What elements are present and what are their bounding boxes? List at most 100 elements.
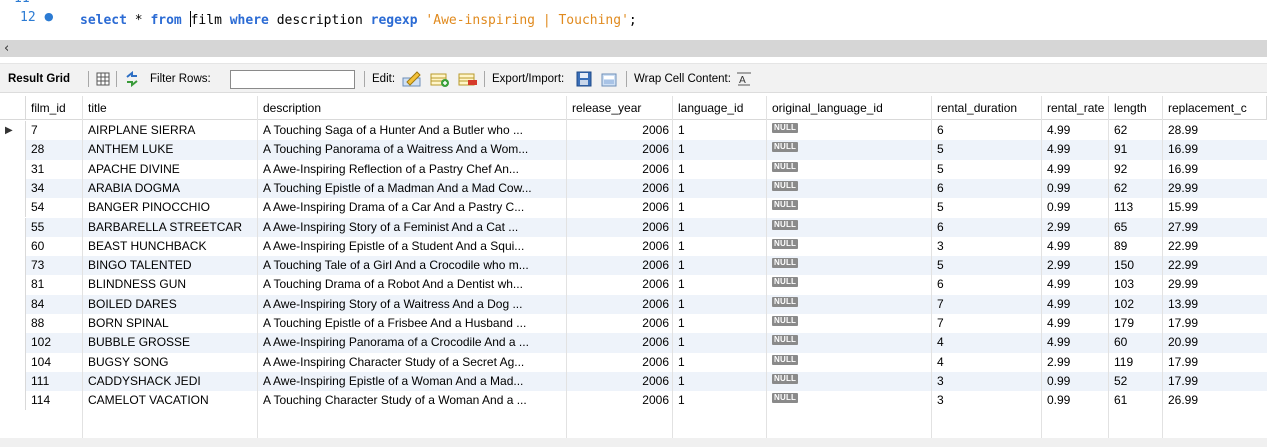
cell-description[interactable]: A Awe-Inspiring Panorama of a Crocodile … (258, 333, 567, 352)
cell-rental-duration[interactable]: 5 (932, 198, 1042, 217)
cell-film-id[interactable]: 102 (26, 333, 83, 352)
cell-language-id[interactable]: 1 (673, 333, 767, 352)
sql-editor[interactable]: 11 12 ● select * from film where descrip… (0, 0, 1267, 40)
cell-description[interactable]: A Awe-Inspiring Epistle of a Woman And a… (258, 372, 567, 391)
cell-length[interactable]: 65 (1109, 218, 1163, 237)
cell-release-year[interactable]: 2006 (567, 140, 673, 159)
column-header-rental-duration[interactable]: rental_duration (932, 96, 1042, 120)
cell-length[interactable]: 89 (1109, 237, 1163, 256)
row-selector[interactable] (0, 140, 26, 160)
cell-description[interactable]: A Touching Tale of a Girl And a Crocodil… (258, 256, 567, 275)
cell-original-language-id[interactable]: NULL (767, 333, 932, 352)
column-header-rental-rate[interactable]: rental_rate (1042, 96, 1109, 120)
cell-language-id[interactable]: 1 (673, 353, 767, 372)
cell-title[interactable]: BUGSY SONG (83, 353, 258, 372)
table-row[interactable]: 34 ARABIA DOGMA A Touching Epistle of a Ma… (0, 178, 1267, 199)
editor-horizontal-scrollbar[interactable]: ‹ (0, 40, 1267, 57)
cell-release-year[interactable]: 2006 (567, 275, 673, 294)
cell-language-id[interactable]: 1 (673, 198, 767, 217)
refresh-arrows-icon[interactable] (124, 71, 140, 87)
table-row[interactable]: 111 CADDYSHACK JEDI A Awe-Inspiring Epistl… (0, 371, 1267, 392)
cell-release-year[interactable]: 2006 (567, 391, 673, 410)
cell-description[interactable]: A Touching Saga of a Hunter And a Butler… (258, 121, 567, 140)
cell-replacement-c[interactable]: 13.99 (1163, 295, 1267, 314)
cell-rental-duration[interactable]: 6 (932, 275, 1042, 294)
cell-length[interactable]: 60 (1109, 333, 1163, 352)
row-selector[interactable] (0, 178, 26, 199)
cell-replacement-c[interactable]: 29.99 (1163, 179, 1267, 198)
cell-length[interactable]: 92 (1109, 160, 1163, 179)
cell-replacement-c[interactable]: 27.99 (1163, 218, 1267, 237)
table-row[interactable]: 102 BUBBLE GROSSE A Awe-Inspiring Panorama… (0, 333, 1267, 353)
cell-original-language-id[interactable]: NULL (767, 256, 932, 275)
cell-rental-duration[interactable]: 7 (932, 314, 1042, 333)
cell-film-id[interactable]: 60 (26, 237, 83, 256)
cell-release-year[interactable]: 2006 (567, 179, 673, 198)
table-row[interactable]: 28 ANTHEM LUKE A Touching Panorama of a Wa… (0, 140, 1267, 160)
cell-replacement-c[interactable]: 29.99 (1163, 275, 1267, 294)
cell-language-id[interactable]: 1 (673, 179, 767, 198)
wrap-text-icon[interactable]: A (736, 71, 752, 87)
cell-film-id[interactable]: 111 (26, 372, 83, 391)
cell-length[interactable]: 119 (1109, 353, 1163, 372)
edit-row-icon[interactable] (402, 71, 422, 87)
cell-rental-duration[interactable]: 5 (932, 256, 1042, 275)
cell-film-id[interactable]: 81 (26, 275, 83, 294)
sql-query[interactable]: select * from film where description reg… (80, 11, 637, 28)
cell-title[interactable]: ARABIA DOGMA (83, 179, 258, 198)
cell-film-id[interactable]: 73 (26, 256, 83, 275)
row-selector[interactable] (0, 352, 26, 372)
cell-rental-rate[interactable]: 4.99 (1042, 121, 1109, 140)
grid-horizontal-scrollbar[interactable] (0, 438, 1267, 447)
cell-title[interactable]: BUBBLE GROSSE (83, 333, 258, 352)
cell-original-language-id[interactable]: NULL (767, 295, 932, 314)
cell-replacement-c[interactable]: 22.99 (1163, 256, 1267, 275)
cell-rental-duration[interactable]: 3 (932, 391, 1042, 410)
cell-rental-rate[interactable]: 2.99 (1042, 256, 1109, 275)
cell-film-id[interactable]: 31 (26, 160, 83, 179)
grid-icon[interactable] (95, 71, 111, 87)
cell-replacement-c[interactable]: 26.99 (1163, 391, 1267, 410)
cell-rental-rate[interactable]: 4.99 (1042, 314, 1109, 333)
row-selector[interactable] (0, 256, 26, 276)
table-row[interactable]: 73 BINGO TALENTED A Touching Tale of a Gir… (0, 256, 1267, 276)
cell-film-id[interactable]: 104 (26, 353, 83, 372)
cell-replacement-c[interactable]: 28.99 (1163, 121, 1267, 140)
cell-language-id[interactable]: 1 (673, 256, 767, 275)
cell-film-id[interactable]: 84 (26, 295, 83, 314)
column-header-film-id[interactable]: film_id (26, 96, 83, 120)
import-icon[interactable] (600, 71, 620, 87)
cell-length[interactable]: 113 (1109, 198, 1163, 217)
cell-title[interactable]: BEAST HUNCHBACK (83, 237, 258, 256)
cell-length[interactable]: 150 (1109, 256, 1163, 275)
cell-original-language-id[interactable]: NULL (767, 391, 932, 410)
cell-length[interactable]: 102 (1109, 295, 1163, 314)
column-header-title[interactable]: title (83, 96, 258, 120)
cell-original-language-id[interactable]: NULL (767, 218, 932, 237)
cell-rental-rate[interactable]: 2.99 (1042, 218, 1109, 237)
cell-release-year[interactable]: 2006 (567, 237, 673, 256)
cell-rental-rate[interactable]: 0.99 (1042, 198, 1109, 217)
cell-film-id[interactable]: 7 (26, 121, 83, 140)
cell-film-id[interactable]: 55 (26, 218, 83, 237)
cell-description[interactable]: A Awe-Inspiring Story of a Feminist And … (258, 218, 567, 237)
cell-original-language-id[interactable]: NULL (767, 275, 932, 294)
cell-film-id[interactable]: 28 (26, 140, 83, 159)
cell-release-year[interactable]: 2006 (567, 160, 673, 179)
cell-language-id[interactable]: 1 (673, 391, 767, 410)
cell-title[interactable]: CAMELOT VACATION (83, 391, 258, 410)
cell-title[interactable]: BANGER PINOCCHIO (83, 198, 258, 217)
cell-original-language-id[interactable]: NULL (767, 179, 932, 198)
cell-release-year[interactable]: 2006 (567, 198, 673, 217)
cell-replacement-c[interactable]: 16.99 (1163, 140, 1267, 159)
cell-rental-rate[interactable]: 4.99 (1042, 160, 1109, 179)
table-row[interactable]: 81 BLINDNESS GUN A Touching Drama of a Rob… (0, 275, 1267, 295)
cell-replacement-c[interactable]: 20.99 (1163, 333, 1267, 352)
row-selector[interactable] (0, 159, 26, 179)
cell-title[interactable]: BORN SPINAL (83, 314, 258, 333)
cell-length[interactable]: 103 (1109, 275, 1163, 294)
cell-title[interactable]: ANTHEM LUKE (83, 140, 258, 159)
delete-row-icon[interactable] (458, 71, 478, 87)
cell-release-year[interactable]: 2006 (567, 333, 673, 352)
filter-rows-input[interactable] (230, 70, 355, 89)
